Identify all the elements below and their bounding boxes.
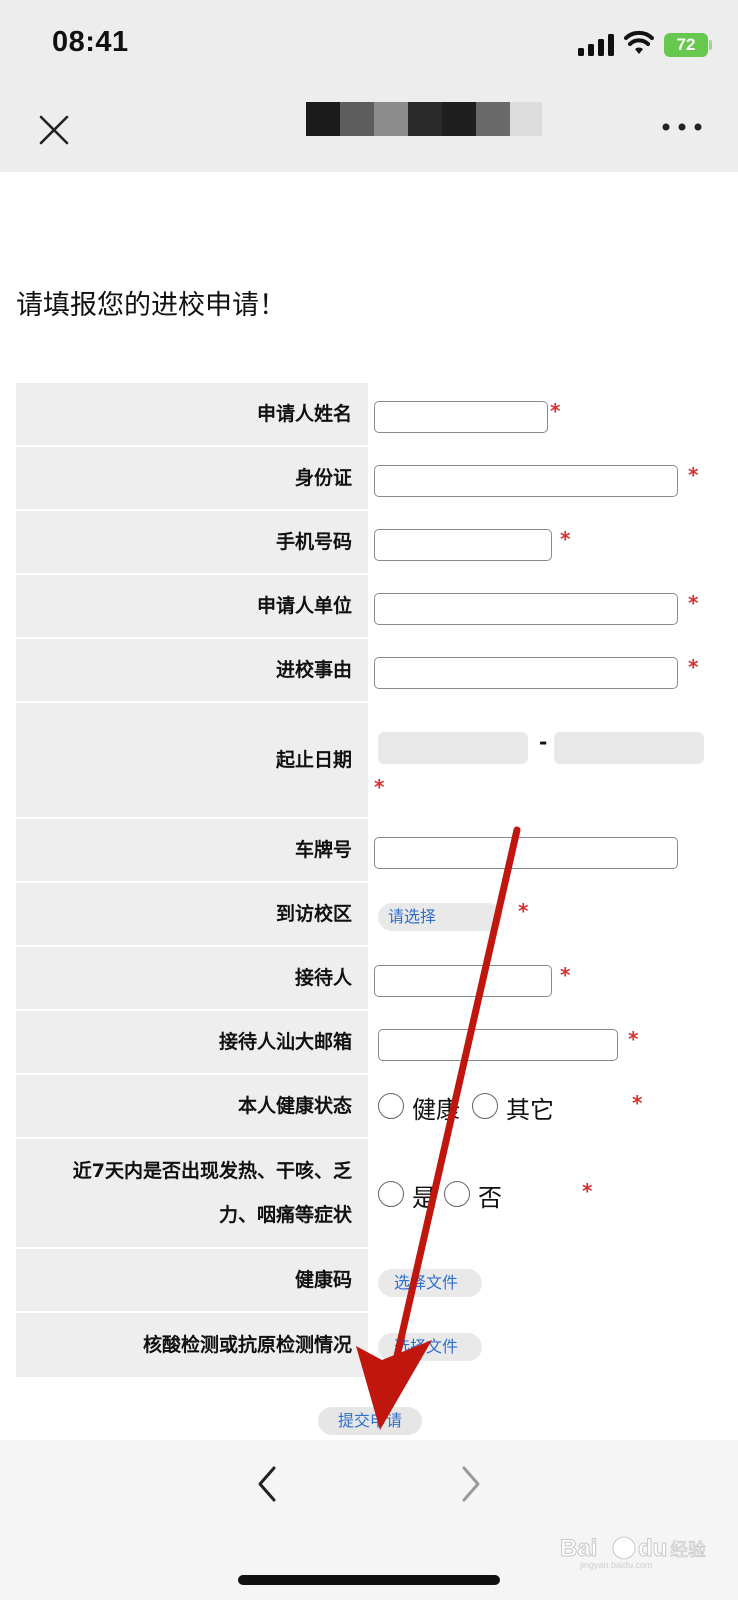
host-email-input[interactable] — [378, 1029, 618, 1061]
form-row-health-status: 本人健康状态 健康 其它 * — [16, 1075, 722, 1139]
test-result-file-button[interactable]: 选择文件 — [378, 1333, 482, 1361]
svg-text:Bai: Bai — [560, 1535, 597, 1562]
radio-other[interactable] — [472, 1093, 498, 1119]
form-row-plate: 车牌号 — [16, 819, 722, 883]
required-mark: * — [560, 963, 571, 987]
home-indicator — [238, 1575, 500, 1585]
chevron-right-icon[interactable] — [458, 1464, 482, 1504]
field-label: 到访校区 — [16, 883, 368, 945]
form-row-organization: 申请人单位 * — [16, 575, 722, 639]
field-label: 进校事由 — [16, 639, 368, 701]
submit-button[interactable]: 提交申请 — [318, 1407, 422, 1435]
status-bar: 08:41 72 — [0, 0, 738, 90]
field-label-line2: 力、咽痛等症状 — [218, 1204, 352, 1226]
form-row-applicant-name: 申请人姓名 * — [16, 383, 722, 447]
organization-input[interactable] — [374, 593, 678, 625]
svg-text:jingyan.baidu.com: jingyan.baidu.com — [579, 1560, 653, 1570]
phone-input[interactable] — [374, 529, 552, 561]
field-label: 身份证 — [16, 447, 368, 509]
chevron-left-icon[interactable] — [256, 1464, 280, 1504]
form-row-test-result: 核酸检测或抗原检测情况 选择文件 — [16, 1313, 722, 1377]
radio-label-no: 否 — [478, 1184, 502, 1212]
baidu-watermark-logo: Bai du 经验 jingyan.baidu.com — [560, 1535, 707, 1571]
end-date-input[interactable] — [554, 732, 704, 764]
page-heading: 请填报您的进校申请！ — [16, 290, 286, 321]
reason-input[interactable] — [374, 657, 678, 689]
radio-yes[interactable] — [378, 1181, 404, 1207]
date-separator: - — [539, 730, 548, 754]
required-mark: * — [518, 899, 529, 923]
form-row-date-range: 起止日期 - * — [16, 703, 722, 819]
field-label: 起止日期 — [16, 703, 368, 817]
form-row-host-email: 接待人汕大邮箱 * — [16, 1011, 722, 1075]
required-mark: * — [582, 1179, 593, 1203]
campus-select[interactable]: 请选择 — [378, 903, 502, 931]
field-label: 接待人汕大邮箱 — [16, 1011, 368, 1073]
field-label: 申请人姓名 — [16, 383, 368, 445]
radio-label-other: 其它 — [506, 1096, 554, 1124]
required-mark: * — [374, 775, 385, 799]
field-label: 申请人单位 — [16, 575, 368, 637]
plate-input[interactable] — [374, 837, 678, 869]
wifi-icon — [624, 30, 654, 54]
battery-tip — [709, 40, 712, 50]
field-label: 车牌号 — [16, 819, 368, 881]
browser-bottom-bar: Bai du 经验 jingyan.baidu.com — [0, 1440, 738, 1600]
form-row-symptoms: 近7天内是否出现发热、干咳、乏 力、咽痛等症状 是 否 * — [16, 1139, 722, 1249]
field-label: 核酸检测或抗原检测情况 — [16, 1313, 368, 1377]
required-mark: * — [688, 463, 699, 487]
field-label: 健康码 — [16, 1249, 368, 1311]
battery-icon: 72 — [664, 33, 708, 57]
field-label-line1: 近7天内是否出现发热、干咳、乏 — [72, 1160, 352, 1182]
field-label: 本人健康状态 — [16, 1075, 368, 1137]
form-row-id-card: 身份证 * — [16, 447, 722, 511]
form-row-health-code: 健康码 选择文件 — [16, 1249, 722, 1313]
more-icon[interactable] — [660, 120, 704, 134]
nav-bar — [0, 90, 738, 172]
radio-healthy[interactable] — [378, 1093, 404, 1119]
required-mark: * — [688, 591, 699, 615]
required-mark: * — [560, 527, 571, 551]
radio-label-healthy: 健康 — [412, 1096, 460, 1124]
form-row-reason: 进校事由 * — [16, 639, 722, 703]
radio-no[interactable] — [444, 1181, 470, 1207]
health-code-file-button[interactable]: 选择文件 — [378, 1269, 482, 1297]
radio-label-yes: 是 — [412, 1184, 436, 1212]
applicant-name-input[interactable] — [374, 401, 548, 433]
svg-text:经验: 经验 — [670, 1540, 706, 1561]
status-time: 08:41 — [52, 26, 129, 58]
required-mark: * — [550, 399, 561, 423]
svg-text:du: du — [638, 1535, 667, 1562]
form-row-host: 接待人 * — [16, 947, 722, 1011]
signal-icon — [578, 34, 614, 56]
host-input[interactable] — [374, 965, 552, 997]
required-mark: * — [632, 1091, 643, 1115]
required-mark: * — [628, 1027, 639, 1051]
field-label: 手机号码 — [16, 511, 368, 573]
form-row-campus: 到访校区 请选择 * — [16, 883, 722, 947]
close-icon[interactable] — [34, 110, 74, 150]
field-label: 接待人 — [16, 947, 368, 1009]
start-date-input[interactable] — [378, 732, 528, 764]
id-card-input[interactable] — [374, 465, 678, 497]
field-label: 近7天内是否出现发热、干咳、乏 力、咽痛等症状 — [16, 1139, 368, 1247]
page-title-redacted — [306, 102, 546, 136]
form-row-phone: 手机号码 * — [16, 511, 722, 575]
required-mark: * — [688, 655, 699, 679]
